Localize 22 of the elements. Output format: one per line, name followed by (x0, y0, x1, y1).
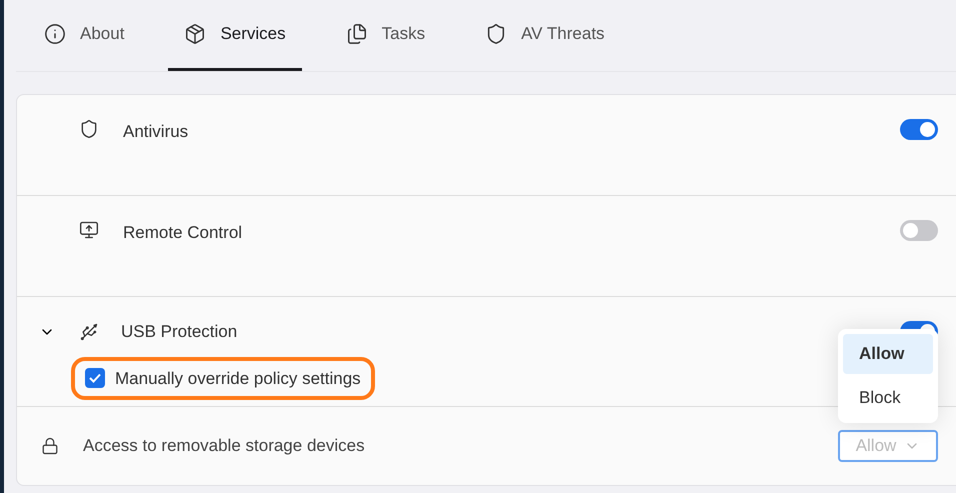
usb-icon (79, 322, 99, 342)
package-icon (184, 22, 206, 44)
tab[interactable]: AV Threats (469, 0, 621, 71)
dropdown-option[interactable]: Block (843, 378, 933, 418)
tab[interactable]: About (28, 0, 140, 71)
info-icon (44, 22, 66, 44)
setting-label: Access to removable storage devices (83, 435, 365, 458)
shield-icon (79, 119, 99, 139)
checkbox-label: Manually override policy settings (115, 368, 361, 390)
dropdown-option[interactable]: Allow (843, 334, 933, 374)
toggle-switch[interactable] (900, 119, 938, 140)
lock-icon (41, 437, 59, 455)
checkmark-icon (89, 373, 101, 384)
documents-icon (346, 22, 368, 44)
tab[interactable]: Tasks (330, 0, 442, 71)
tab[interactable]: Services (168, 0, 302, 71)
service-label: Remote Control (123, 222, 242, 244)
checkbox[interactable] (85, 368, 105, 388)
monitor-icon (79, 220, 99, 240)
service-label: USB Protection (121, 321, 238, 343)
service-label: Antivirus (123, 121, 188, 143)
toggle-switch[interactable] (900, 220, 938, 241)
